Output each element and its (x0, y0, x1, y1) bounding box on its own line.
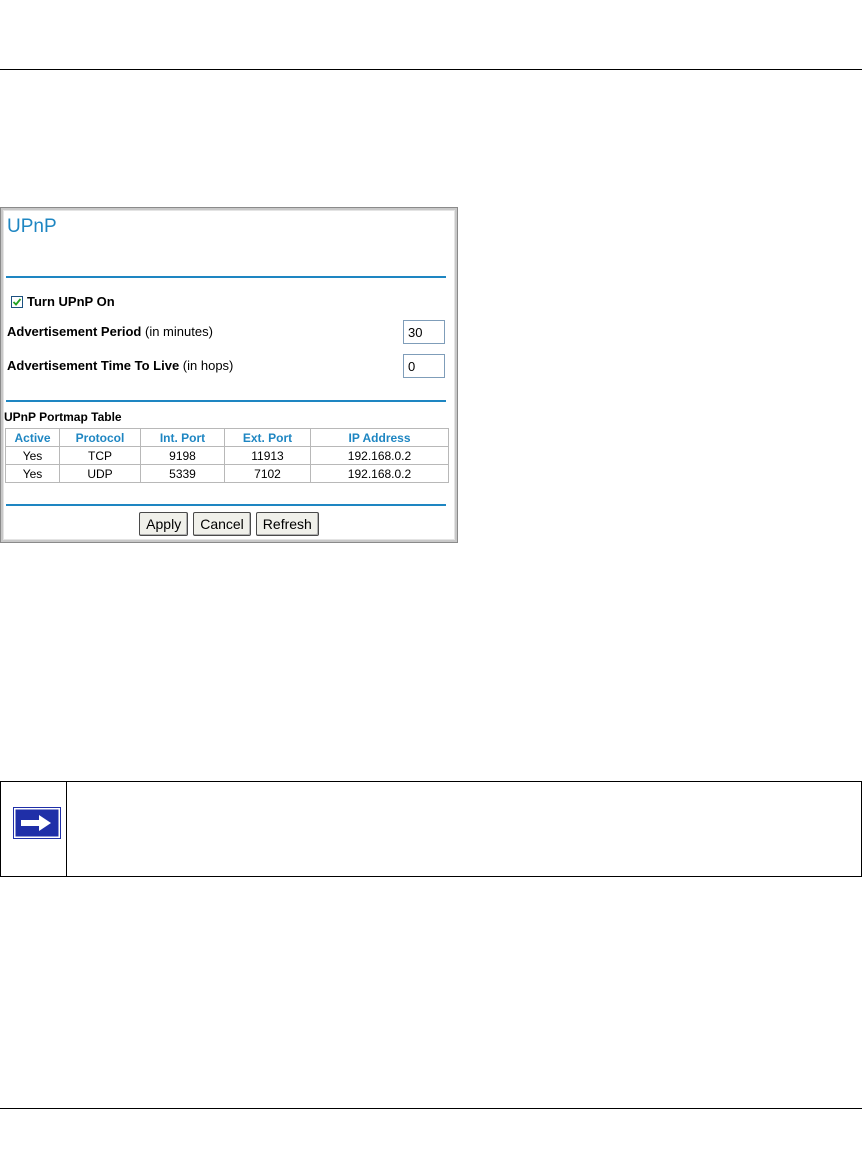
button-row: Apply Cancel Refresh (1, 512, 457, 536)
settings-divider (6, 400, 446, 402)
note-text (67, 782, 861, 876)
upnp-settings-panel: UPnP Turn UPnP On Advertisement Period (… (0, 207, 458, 543)
cell-ext-port: 11913 (224, 446, 311, 465)
turn-upnp-on-checkbox[interactable] (11, 295, 23, 308)
cell-ip-address: 192.168.0.2 (310, 446, 449, 465)
cancel-button[interactable]: Cancel (193, 512, 251, 536)
advertisement-period-label: Advertisement Period (in minutes) (7, 324, 213, 339)
header-rule (0, 69, 862, 70)
portmap-table-caption: UPnP Portmap Table (4, 410, 122, 424)
advertisement-ttl-label: Advertisement Time To Live (in hops) (7, 358, 233, 373)
table-row: Yes UDP 5339 7102 192.168.0.2 (5, 464, 449, 483)
portmap-header-row: Active Protocol Int. Port Ext. Port IP A… (5, 428, 449, 447)
cell-protocol: TCP (59, 446, 141, 465)
cell-ip-address: 192.168.0.2 (310, 464, 449, 483)
turn-upnp-on-row: Turn UPnP On (11, 294, 115, 309)
portmap-table: Active Protocol Int. Port Ext. Port IP A… (5, 428, 449, 483)
column-header-ext-port: Ext. Port (224, 428, 311, 447)
cell-ext-port: 7102 (224, 464, 311, 483)
column-header-active: Active (5, 428, 60, 447)
note-icon-cell (1, 782, 67, 876)
advertisement-ttl-input[interactable] (403, 354, 445, 378)
cell-int-port: 9198 (140, 446, 225, 465)
title-divider (6, 276, 446, 278)
panel-title: UPnP (7, 216, 57, 237)
advertisement-period-input[interactable] (403, 320, 445, 344)
turn-upnp-on-label: Turn UPnP On (27, 294, 115, 309)
cell-int-port: 5339 (140, 464, 225, 483)
advertisement-period-label-unit: (in minutes) (141, 324, 213, 339)
note-box (0, 781, 862, 877)
table-divider (6, 504, 446, 506)
footer-rule (0, 1108, 862, 1109)
column-header-ip-address: IP Address (310, 428, 449, 447)
advertisement-ttl-label-unit: (in hops) (179, 358, 234, 373)
arrow-right-icon (13, 807, 61, 839)
refresh-button[interactable]: Refresh (255, 512, 319, 536)
table-row: Yes TCP 9198 11913 192.168.0.2 (5, 446, 449, 465)
cell-active: Yes (5, 446, 60, 465)
apply-button[interactable]: Apply (139, 512, 189, 536)
cell-active: Yes (5, 464, 60, 483)
column-header-int-port: Int. Port (140, 428, 225, 447)
advertisement-period-label-bold: Advertisement Period (7, 324, 142, 339)
checkmark-icon (12, 297, 22, 306)
advertisement-ttl-label-bold: Advertisement Time To Live (7, 358, 180, 373)
column-header-protocol: Protocol (59, 428, 141, 447)
cell-protocol: UDP (59, 464, 141, 483)
